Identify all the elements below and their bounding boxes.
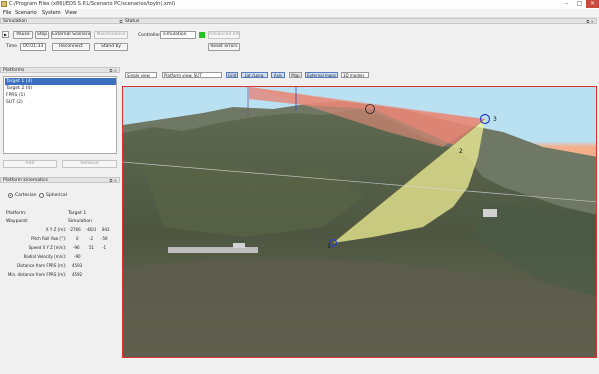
controller-field[interactable]: simulation [160,31,196,39]
spherical-radio[interactable] [39,193,44,198]
axis-toggle-button[interactable]: Axis [271,72,285,78]
row-value: -60/1 [86,227,97,232]
view-mode-select[interactable]: Single view [125,72,157,78]
status-panel-header: Status ⧉ × [122,18,597,24]
list-item[interactable]: Target 2 (4) [5,85,32,92]
close-icon[interactable]: × [586,0,599,8]
marker-label-2: 2 [459,148,463,155]
platform-view-select[interactable]: Platform view: SUT [162,72,222,78]
menu-file[interactable]: File [3,10,11,16]
platforms-panel-header: Platforms ⧉ × [0,67,120,73]
row-value: 0 [76,236,79,241]
pause-button[interactable]: Pause [13,31,33,39]
remove-platform-button[interactable]: Remove [62,160,117,168]
advanced-info-button[interactable]: Advanced Info [208,31,240,39]
menu-system[interactable]: System [42,10,61,16]
row-label: Speed X Y Z [m/s]: [28,245,66,250]
platform-value: Target 1 [68,211,87,216]
platform-view-value: Platform view: SUT [164,73,202,78]
stop-button[interactable]: Stop [35,31,49,39]
external-scenario-button[interactable]: External Scenario [51,31,91,39]
row-label: Distance from FPRS [m]: [16,263,66,268]
platforms-header-label: Platforms [3,68,25,73]
simulation-panel-header: Simulation ⧉ × [0,18,130,24]
row-label: Min. distance from FPRS [m]: [7,272,66,277]
controller-status-indicator [199,32,205,38]
spherical-label: Spherical [46,193,67,198]
models-select[interactable]: 3D models [341,72,369,78]
menu-scenario[interactable]: Scenario [15,10,37,16]
row-value: 4593 [72,263,83,268]
status-header-label: Status [125,19,140,24]
controller-label: Controller [138,33,161,38]
scene-viewport[interactable]: 1 2 3 [122,86,597,358]
row-value: 4592 [72,272,83,277]
row-value: 51 [89,245,95,250]
view-mode-value: Single view [127,73,150,78]
window-title: C:/Program Files (x86)/EDS S.P.L/Scenari… [9,1,176,7]
external-maps-toggle-button[interactable]: External maps [305,72,338,78]
marker-label-1: 1 [327,243,331,250]
add-platform-button[interactable]: Add [3,160,57,168]
reset-errors-button[interactable]: Reset errors [208,43,240,51]
row-value: -96 [73,245,80,250]
menu-bar: File Scenario System View [0,9,599,18]
lat-long-toggle-button[interactable]: Lat./Long. [241,72,268,78]
time-field[interactable]: 00:01:33 [20,43,46,51]
row-label: Pitch Roll Yaw [°]: [31,236,66,241]
row-value: -2766 [69,227,81,232]
list-item[interactable]: FPRS (1) [5,92,25,99]
cartesian-radio[interactable] [8,193,13,198]
panel-float-icon[interactable]: ⧉ × [110,178,117,183]
minimize-icon[interactable]: – [560,0,573,8]
building [483,209,497,217]
kinematics-row: Min. distance from FPRS [m]: [0,272,66,278]
kinematics-row: X Y Z [m]: [0,227,66,233]
menu-view[interactable]: View [65,10,77,16]
waypoint-value: Simulation [68,219,92,224]
row-value: -2 [89,236,93,241]
row-label: Radial Velocity [m/s]: [23,254,66,259]
stand-by-button[interactable]: Stand by [94,43,128,51]
row-value: -1 [102,245,106,250]
app-icon [1,1,7,7]
row-value: 842 [102,227,110,232]
marker-label-3: 3 [493,116,497,123]
kinematics-row: Distance from FPRS [m]: [0,263,66,269]
platforms-list: Target 1 (3) Target 2 (4) FPRS (1) SUT (… [3,76,117,154]
row-value: -90 [74,254,81,259]
scene-graphic: 1 2 3 [123,87,596,357]
panel-float-icon[interactable]: ⧉ × [587,19,594,24]
kinematics-row: Pitch Roll Yaw [°]: [0,236,66,242]
radio-dot [10,195,11,196]
time-label: Time [6,44,18,49]
maintenance-button[interactable]: Maintenance [94,31,128,39]
list-item[interactable]: SUT (2) [5,99,23,106]
map-toggle-button[interactable]: Map [289,72,302,78]
row-label: X Y Z [m]: [45,227,66,232]
kinematics-row: Radial Velocity [m/s]: [0,254,66,260]
reconnect-button[interactable]: Reconnect [52,43,90,51]
waypoint-label: Waypoint: [6,219,29,224]
list-item[interactable]: Target 1 (3) [5,78,116,85]
kinematics-panel-header: Platform kinematics ⧉ × [0,177,120,183]
panel-float-icon[interactable]: ⧉ × [110,68,117,73]
kinematics-row: Speed X Y Z [m/s]: [0,245,66,251]
ship-bridge [233,243,245,248]
kinematics-header-label: Platform kinematics [3,178,48,183]
grid-toggle-button[interactable]: Grid [226,72,238,78]
simulation-header-label: Simulation [3,19,27,24]
models-value: 3D models [343,73,365,78]
row-value: -59 [101,236,108,241]
play-icon[interactable]: ▶ [2,31,9,38]
maximize-icon[interactable]: □ [573,0,586,8]
platform-label: Platform: [6,211,27,216]
cartesian-label: Cartesian [15,193,37,198]
